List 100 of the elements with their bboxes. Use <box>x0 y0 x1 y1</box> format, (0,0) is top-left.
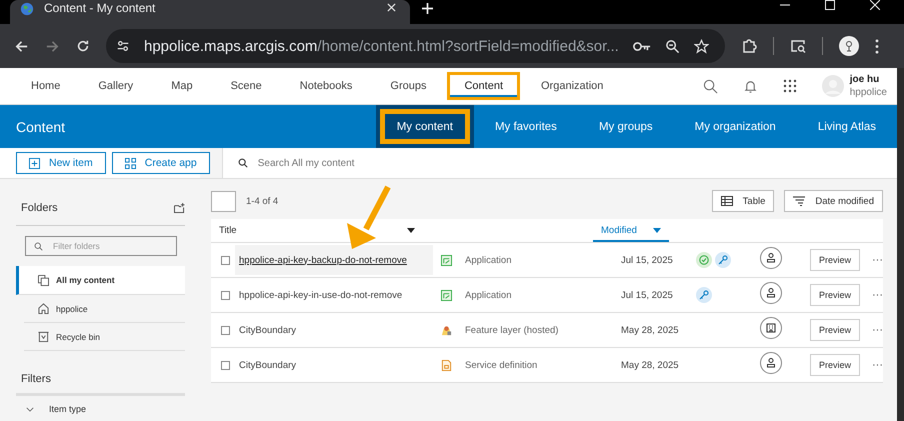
building-icon <box>760 316 782 338</box>
nav-link[interactable]: Scene <box>214 72 279 100</box>
more-options-button[interactable]: ··· <box>872 254 883 266</box>
item-title-link[interactable]: CityBoundary <box>235 315 300 345</box>
table-view-button[interactable]: Table <box>712 190 774 212</box>
globe-icon <box>20 2 34 16</box>
bell-icon[interactable] <box>742 78 758 94</box>
profile-icon[interactable] <box>838 36 859 56</box>
folder-item[interactable]: Recycle bin <box>24 323 185 351</box>
key-icon[interactable] <box>632 40 651 52</box>
person-icon <box>760 282 782 304</box>
search-input[interactable]: Search All my content <box>256 156 897 170</box>
select-all-checkbox[interactable] <box>211 190 236 212</box>
nav-link[interactable]: Map <box>154 72 210 100</box>
item-title-link[interactable]: CityBoundary <box>235 350 300 380</box>
new-tab-icon[interactable] <box>422 3 433 14</box>
search-field[interactable]: Search All my content <box>222 148 897 178</box>
sort-button[interactable]: Date modified <box>784 190 883 212</box>
row-checkbox[interactable] <box>221 290 230 300</box>
plus-icon <box>29 158 40 168</box>
application-icon <box>441 290 452 300</box>
column-header[interactable]: Title <box>211 219 423 242</box>
nav-link[interactable]: Gallery <box>81 72 150 100</box>
url-text: hppolice.maps.arcgis.com/home/content.html?sortField=modified&sor... <box>144 38 619 54</box>
preview-button[interactable]: Preview <box>810 319 860 341</box>
app-grid-icon[interactable] <box>782 79 797 93</box>
browser-tab[interactable]: Content - My content <box>10 0 410 24</box>
preview-button[interactable]: Preview <box>810 284 860 306</box>
item-title-link[interactable]: hppolice-api-key-in-use-do-not-remove <box>235 280 406 310</box>
create-app-button[interactable]: Create app <box>112 152 210 174</box>
menu-icon[interactable] <box>874 38 879 54</box>
nav-link[interactable]: Notebooks <box>282 72 370 100</box>
modified-date: Jul 15, 2025 <box>621 290 674 300</box>
sort-caret-icon <box>653 228 661 233</box>
item-type: Application <box>465 290 512 300</box>
nav-link[interactable]: Groups <box>373 72 444 100</box>
modified-date: May 28, 2025 <box>621 324 680 336</box>
forward-icon[interactable] <box>45 38 60 54</box>
row-checkbox[interactable] <box>221 256 230 264</box>
zoom-icon[interactable] <box>664 38 680 54</box>
puzzle-icon[interactable] <box>740 38 757 54</box>
more-options-button[interactable]: ··· <box>872 359 883 371</box>
sort-icon <box>793 196 806 206</box>
check-badge-icon <box>696 252 712 268</box>
new-folder-icon[interactable] <box>174 203 185 213</box>
key-badge-icon <box>715 252 731 268</box>
folder-item[interactable]: All my content <box>16 266 185 295</box>
recycle-bin-icon <box>38 331 49 342</box>
key-badge-icon <box>696 287 712 303</box>
nav-link[interactable]: Organization <box>524 72 620 100</box>
column-header[interactable]: Modified <box>593 219 669 242</box>
filter-folders-field[interactable]: Filter folders <box>25 236 177 256</box>
item-type: Feature layer (hosted) <box>465 324 558 336</box>
content-tab[interactable]: My groups <box>578 105 674 148</box>
more-options-button[interactable]: ··· <box>872 324 883 336</box>
cast-search-icon[interactable] <box>790 38 806 54</box>
filter-item[interactable]: Item type <box>16 396 185 414</box>
modified-date: May 28, 2025 <box>621 360 680 370</box>
feature-layer-icon <box>441 324 452 336</box>
document-icon <box>441 360 452 370</box>
content-tab[interactable]: My content <box>376 105 474 148</box>
row-checkbox[interactable] <box>221 360 230 370</box>
row-checkbox[interactable] <box>221 326 230 334</box>
star-icon[interactable] <box>694 38 709 54</box>
modified-date: Jul 15, 2025 <box>621 254 674 266</box>
new-item-button[interactable]: New item <box>16 152 106 174</box>
reload-icon[interactable] <box>76 39 90 53</box>
search-icon[interactable] <box>702 78 718 94</box>
close-icon[interactable] <box>870 0 880 10</box>
item-title-link[interactable]: hppolice-api-key-backup-do-not-remove <box>235 245 433 275</box>
more-options-button[interactable]: ··· <box>872 289 883 301</box>
back-icon[interactable] <box>14 38 29 54</box>
user-name: joe hu <box>850 73 880 86</box>
stacked-pages-icon <box>38 274 49 286</box>
site-settings-icon[interactable] <box>116 39 130 53</box>
section-title: Content <box>16 118 66 134</box>
item-type: Application <box>465 254 512 266</box>
nav-link[interactable]: Home <box>14 72 78 100</box>
search-icon <box>238 158 248 168</box>
grid-icon <box>124 158 136 168</box>
table-icon <box>720 196 733 206</box>
item-type: Service definition <box>465 360 538 370</box>
folders-heading: Folders <box>21 202 58 214</box>
sort-caret-icon <box>407 228 415 233</box>
preview-button[interactable]: Preview <box>810 354 860 376</box>
tab-title: Content - My content <box>44 1 156 15</box>
person-icon <box>760 246 782 268</box>
nav-link[interactable]: Content <box>447 72 520 100</box>
content-tab[interactable]: Living Atlas <box>796 105 897 148</box>
address-bar[interactable]: hppolice.maps.arcgis.com/home/content.html?sortField=modified&sor... <box>106 29 725 63</box>
content-tab[interactable]: My organization <box>674 105 797 148</box>
maximize-icon[interactable] <box>825 0 835 10</box>
preview-button[interactable]: Preview <box>810 249 860 271</box>
person-icon <box>760 352 782 374</box>
scrollbar[interactable] <box>897 68 904 421</box>
close-icon[interactable] <box>387 3 396 12</box>
content-tab[interactable]: My favorites <box>474 105 578 148</box>
filters-heading: Filters <box>21 373 51 385</box>
result-count: 1-4 of 4 <box>246 196 278 206</box>
folder-item[interactable]: hppolice <box>24 295 185 323</box>
